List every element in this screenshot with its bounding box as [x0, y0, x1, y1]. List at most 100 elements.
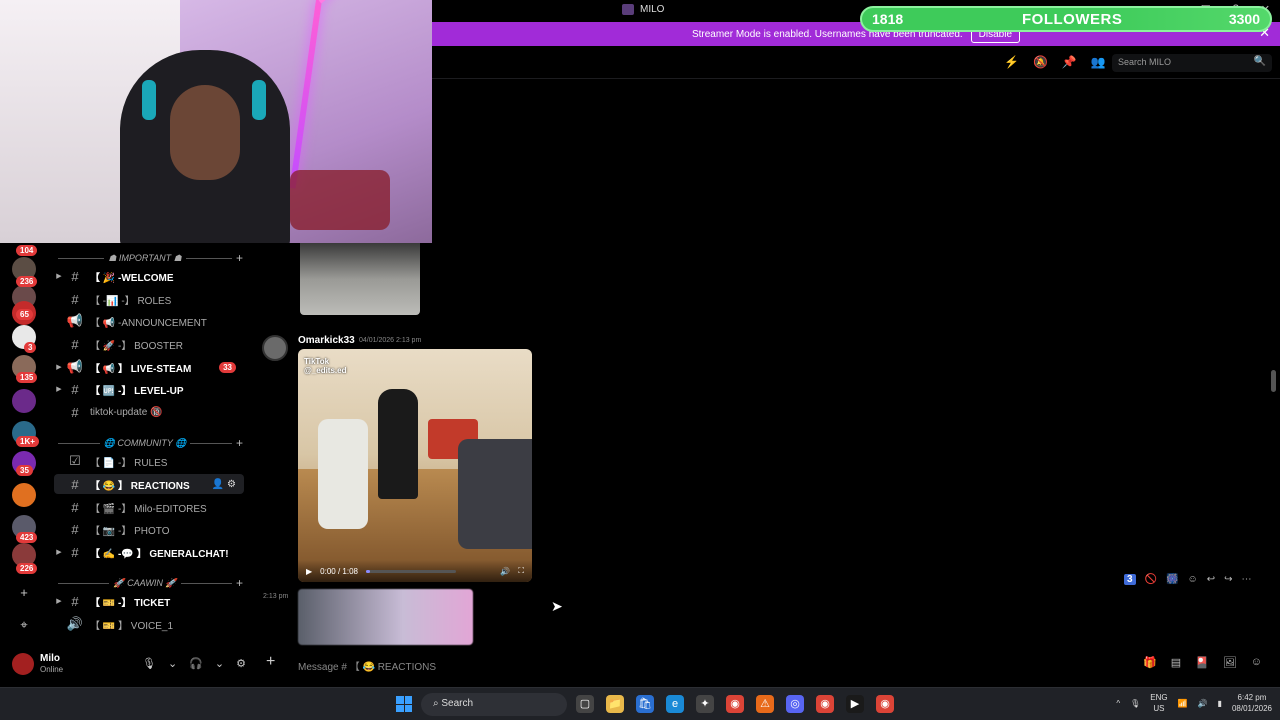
channel-live-steam[interactable]: ▶ 📢 【 📢 】 LIVE-STEAM 33	[54, 357, 244, 377]
reply-icon[interactable]: ↩	[1207, 574, 1215, 585]
sticker-icon[interactable]: 🎴	[1195, 656, 1209, 669]
add-channel-icon[interactable]: +	[236, 576, 243, 590]
previous-message-image[interactable]	[300, 243, 420, 315]
chrome-icon[interactable]: ◉	[726, 695, 744, 713]
image-icon[interactable]: 🖼	[1223, 656, 1237, 669]
unread-arrow-icon: ▶	[56, 549, 62, 556]
channel-name: 【 📢 -ANNOUNCEMENT	[90, 317, 207, 329]
more-options-icon[interactable]: ⋯	[1241, 574, 1251, 585]
add-reaction-icon[interactable]: ☺	[1187, 574, 1197, 585]
task-view-icon[interactable]: ▢	[576, 695, 594, 713]
channel-voice-1[interactable]: 🔊 【 🎫 】 VOICE_1	[54, 614, 244, 634]
clock[interactable]: 6:42 pm 08/01/2026	[1232, 692, 1272, 714]
gif-icon[interactable]: ▤	[1171, 656, 1181, 669]
battery-icon[interactable]: ▮	[1218, 699, 1222, 708]
pin-icon[interactable]: 📌	[1062, 55, 1077, 69]
gift-icon[interactable]: 🎁	[1143, 656, 1157, 669]
channel-announcement[interactable]: 📢 【 📢 -ANNOUNCEMENT	[54, 311, 244, 331]
language-code: ENG	[1150, 693, 1168, 702]
tray-overflow-icon[interactable]: ^	[1116, 699, 1120, 708]
volume-icon[interactable]: 🔊	[500, 567, 510, 576]
gear-icon[interactable]: ⚙	[227, 479, 236, 490]
channel-name: tiktok-update 🔞	[90, 406, 163, 418]
chrome-icon[interactable]: ◉	[876, 695, 894, 713]
gear-icon[interactable]: ⚙	[236, 657, 246, 670]
discover-icon[interactable]: ⌖	[14, 615, 34, 635]
volume-icon[interactable]: 🔊	[1198, 699, 1208, 708]
headphones-icon[interactable]: 🎧	[189, 657, 203, 670]
channel-booster[interactable]: # 【 🚀 -】 BOOSTER	[54, 334, 244, 354]
message-list[interactable]: Omarkick33 04/01/2026 2:13 pm TikTok @_e…	[250, 243, 1280, 647]
emoji-icon[interactable]: ☺	[1251, 656, 1262, 669]
message-author[interactable]: Omarkick33	[298, 335, 355, 346]
image-attachment[interactable]	[298, 589, 473, 645]
video-progress-bar[interactable]	[365, 569, 456, 573]
add-channel-icon[interactable]: +	[236, 436, 243, 450]
channel-list: ☗ IMPORTANT ☗ + ▶ # 【 🎉 -WELCOME # 【 -📊 …	[48, 243, 250, 647]
add-attachment-icon[interactable]: +	[266, 653, 275, 671]
avatar[interactable]	[262, 335, 288, 361]
scrollbar[interactable]	[1271, 370, 1276, 392]
video-attachment[interactable]: TikTok @_edits.ed ▶ 0:00 / 1:08 🔊 ⛶	[298, 349, 532, 582]
user-panel: Milo Online 🎙 ⌄ 🎧 ⌄ ⚙	[0, 647, 250, 687]
forward-icon[interactable]: ↪	[1224, 574, 1232, 585]
invite-icon[interactable]: 👤	[212, 479, 224, 490]
channel-welcome[interactable]: ▶ # 【 🎉 -WELCOME	[54, 266, 244, 286]
notification-mute-icon[interactable]: 🔕	[1033, 55, 1048, 69]
category-community[interactable]: 🌐 COMMUNITY 🌐 +	[58, 436, 243, 450]
chat-header: ⚡ 🔕 📌 👥 Search MILO 🔍	[432, 46, 1280, 79]
followers-goal-overlay: 1818 FOLLOWERS 3300	[860, 6, 1272, 32]
channel-photo[interactable]: # 【 📷 -】 PHOTO	[54, 519, 244, 539]
search-icon: 🔍	[1253, 56, 1266, 67]
webcam-streamer-face	[170, 85, 240, 180]
channel-rules[interactable]: ☑ 【 📄 -】 RULES	[54, 451, 244, 471]
microphone-icon[interactable]: 🎙	[1130, 699, 1140, 708]
category-label: 🌐 COMMUNITY 🌐	[103, 437, 187, 448]
chrome-icon[interactable]: ◉	[816, 695, 834, 713]
server-icon[interactable]	[12, 483, 36, 507]
channel-hash-icon: #	[71, 336, 79, 352]
edge-icon[interactable]: e	[666, 695, 684, 713]
webcam-headphone-left	[142, 80, 156, 120]
channel-tiktok-update[interactable]: # tiktok-update 🔞	[54, 402, 244, 422]
language-indicator[interactable]: ENG US	[1150, 692, 1167, 714]
fullscreen-icon[interactable]: ⛶	[518, 566, 524, 576]
category-important[interactable]: ☗ IMPORTANT ☗ +	[58, 251, 243, 265]
microphone-icon[interactable]: 🎙	[142, 657, 156, 670]
store-icon[interactable]: 🛍	[636, 695, 654, 713]
server-icon[interactable]	[12, 389, 36, 413]
firework-icon[interactable]: 🎆	[1166, 574, 1178, 585]
channel-level-up[interactable]: ▶ # 【 🆙 -】 LEVEL-UP	[54, 379, 244, 399]
add-server-icon[interactable]: +	[14, 583, 34, 603]
video-progress-fill	[365, 569, 370, 573]
block-icon[interactable]: 🚫	[1145, 574, 1157, 585]
chevron-down-icon[interactable]: ⌄	[215, 657, 224, 670]
search-input[interactable]: Search MILO 🔍	[1112, 54, 1272, 72]
threads-icon[interactable]: ⚡	[1004, 55, 1019, 69]
discord-icon[interactable]: ◎	[786, 695, 804, 713]
reaction-count-icon[interactable]: 3	[1124, 574, 1136, 585]
channel-reactions[interactable]: # 【 😂 】 REACTIONS 👤 ⚙	[54, 474, 244, 494]
app-icon[interactable]: ✦	[696, 695, 714, 713]
app-icon[interactable]: ▶	[846, 695, 864, 713]
channel-milo-editores[interactable]: # 【 🎬 -】 Milo-EDITORES	[54, 497, 244, 517]
avatar[interactable]	[12, 653, 34, 675]
member-list-icon[interactable]: 👥	[1091, 55, 1106, 69]
wifi-icon[interactable]: 📶	[1178, 699, 1188, 708]
channel-ticket[interactable]: ▶ # 【 🎫 -】 TICKET	[54, 591, 244, 611]
chevron-down-icon[interactable]: ⌄	[168, 657, 177, 670]
message-input[interactable]: Message # 【 😂 REACTIONS	[298, 658, 436, 673]
app-icon[interactable]: ⚠	[756, 695, 774, 713]
play-icon[interactable]: ▶	[306, 567, 312, 576]
server-badge: 104	[16, 245, 38, 256]
channel-roles[interactable]: # 【 -📊 -】 ROLES	[54, 289, 244, 309]
clock-date: 08/01/2026	[1231, 704, 1272, 713]
file-explorer-icon[interactable]: 📁	[606, 695, 624, 713]
followers-goal: 3300	[1228, 11, 1260, 27]
windows-start-icon[interactable]	[396, 696, 412, 712]
system-tray: ^ 🎙 ENG US 📶 🔊 ▮ 6:42 pm 08/01/2026	[1116, 692, 1272, 714]
add-channel-icon[interactable]: +	[236, 251, 243, 265]
category-caawin[interactable]: 🚀 CAAWIN 🚀 +	[58, 576, 243, 590]
channel-generalchat[interactable]: ▶ # 【 ✍ -💬 】 GENERALCHAT!	[54, 542, 244, 562]
taskbar-search[interactable]: ⌕ Search	[421, 693, 567, 716]
